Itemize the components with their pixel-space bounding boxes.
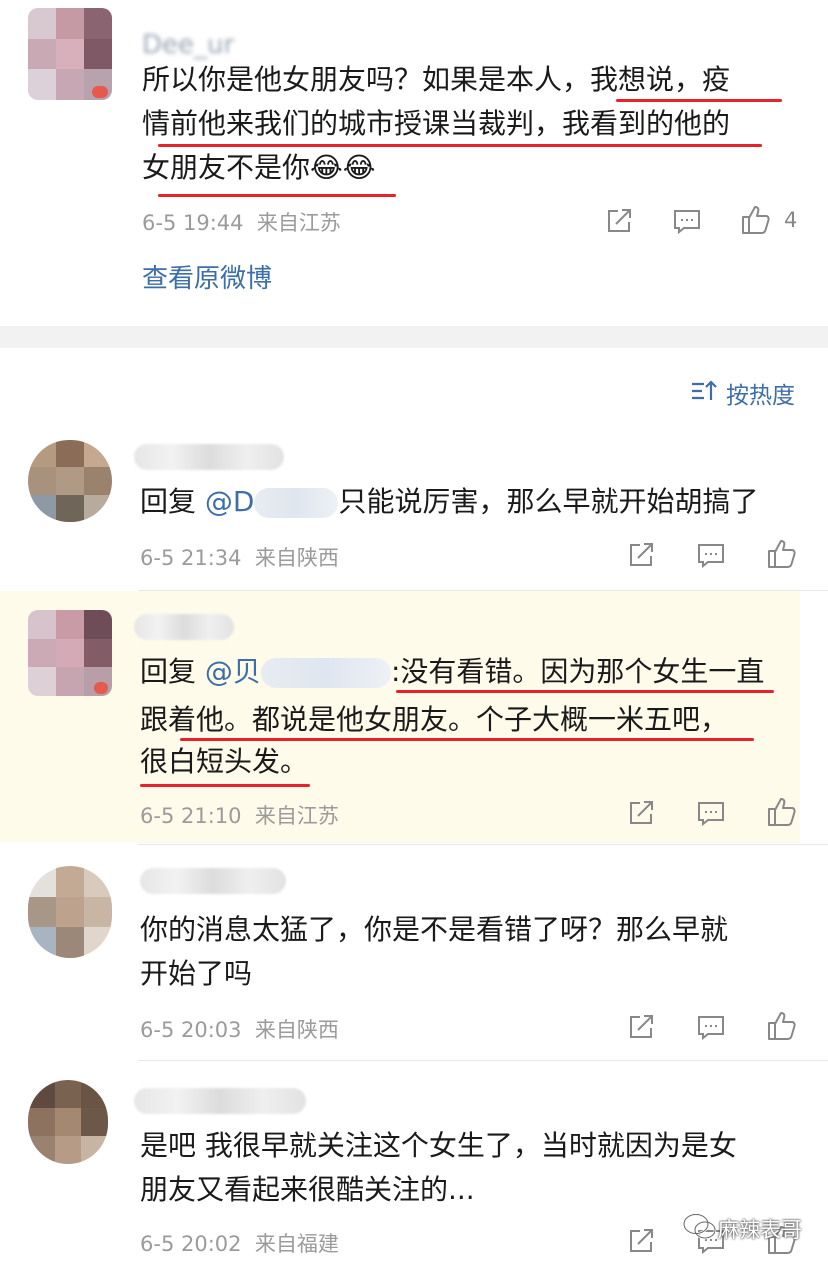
mention-blur: [260, 658, 391, 688]
divider: [138, 1060, 828, 1061]
mention-link[interactable]: @贝: [205, 655, 261, 688]
reply-prefix: 回复: [140, 485, 197, 518]
comment-meta: 6-5 20:02 来自福建: [140, 1228, 339, 1258]
sort-by-hot-button[interactable]: 按热度: [726, 376, 795, 410]
comment-time: 6-5 20:03: [140, 1018, 242, 1042]
red-underline: [396, 690, 774, 693]
comment-text-line-1: 回复 @贝 :没有看错。因为那个女生一直: [140, 650, 764, 694]
mention-link[interactable]: @D: [205, 485, 255, 518]
share-icon[interactable]: [626, 1226, 656, 1256]
like-icon[interactable]: [766, 1010, 798, 1042]
user-name[interactable]: Dee_ur: [142, 30, 234, 60]
comment-text-line-2: 开始了吗: [140, 957, 253, 990]
laugh-cry-emoji-icon: 😂: [310, 151, 343, 184]
comment-icon[interactable]: [696, 798, 726, 828]
like-icon[interactable]: [766, 796, 798, 828]
view-original-link[interactable]: 查看原微博: [142, 258, 272, 295]
comment-icon[interactable]: [696, 1012, 726, 1042]
comment-time: 6-5 21:34: [140, 546, 242, 570]
red-underline: [158, 194, 396, 197]
like-icon[interactable]: [766, 538, 798, 570]
share-icon[interactable]: [626, 1012, 656, 1042]
red-underline: [140, 784, 310, 787]
avatar[interactable]: [28, 866, 112, 958]
comment-text-line-1: 是吧 我很早就关注这个女生了，当时就因为是女: [140, 1129, 737, 1162]
comment-text-body: :没有看错。因为那个女生一直: [390, 655, 765, 688]
comment-text-line-2: 朋友又看起来很酷关注的...: [140, 1173, 475, 1206]
comment-meta: 6-5 21:34 来自陕西: [140, 542, 339, 572]
comment-icon[interactable]: [672, 206, 702, 236]
comment-meta: 6-5 21:10 来自江苏: [140, 800, 339, 830]
red-underline: [180, 738, 754, 741]
comment-location: 来自陕西: [254, 546, 339, 570]
comment-location: 来自江苏: [254, 804, 339, 828]
user-name[interactable]: [134, 614, 234, 640]
avatar[interactable]: [28, 1080, 108, 1164]
user-name[interactable]: [134, 444, 284, 470]
comment-time: 6-5 21:10: [140, 804, 242, 828]
comment-location: 来自福建: [254, 1232, 339, 1256]
user-name[interactable]: [134, 1088, 306, 1114]
comment-meta: 6-5 20:03 来自陕西: [140, 1014, 339, 1044]
comment-text-line-1: 所以你是他女朋友吗？如果是本人，我想说，疫: [142, 63, 731, 96]
red-underline: [158, 144, 762, 147]
avatar-badge: [94, 682, 108, 694]
comment-text-line-2: 情前他来我们的城市授课当裁判，我看到的他的: [142, 107, 731, 140]
like-count: 4: [784, 208, 798, 232]
watermark-text: 麻辣表哥: [718, 1218, 802, 1242]
reply-prefix: 回复: [140, 655, 197, 688]
comment-time: 6-5 20:02: [140, 1232, 242, 1256]
comment-text-body: 只能说厉害，那么早就开始胡搞了: [338, 485, 759, 518]
share-icon[interactable]: [604, 206, 634, 236]
section-divider: [0, 326, 828, 348]
comment-text-line-3: 很白短头发。: [140, 745, 309, 778]
red-underline: [616, 99, 782, 102]
comment-meta: 6-5 19:44 来自江苏: [142, 207, 341, 237]
comment-time: 6-5 19:44: [142, 211, 244, 235]
divider: [138, 844, 828, 845]
avatar[interactable]: [28, 440, 112, 522]
comment-location: 来自江苏: [256, 211, 341, 235]
comment-text-line-3: 女朋友不是你😂😂: [142, 146, 375, 190]
laugh-cry-emoji-icon-2: 😂: [342, 151, 376, 184]
comment-icon[interactable]: [696, 540, 726, 570]
like-icon[interactable]: [740, 204, 772, 236]
avatar-badge: [92, 86, 108, 98]
user-name[interactable]: [140, 868, 286, 894]
sort-icon[interactable]: [690, 378, 718, 404]
share-icon[interactable]: [626, 540, 656, 570]
comment-location: 来自陕西: [254, 1018, 339, 1042]
share-icon[interactable]: [626, 798, 656, 828]
comment-text-line-1: 你的消息太猛了，你是不是看错了呀？那么早就: [140, 913, 729, 946]
comment-text-line-3-text: 女朋友不是你: [142, 151, 311, 184]
comment-text-line-2: 跟着他。都说是他女朋友。个子大概一米五吧，: [140, 703, 729, 736]
mention-blur: [254, 488, 339, 518]
comment-text: 回复 @D 只能说厉害，那么早就开始胡搞了: [140, 480, 759, 524]
wechat-icon: [682, 1213, 717, 1240]
